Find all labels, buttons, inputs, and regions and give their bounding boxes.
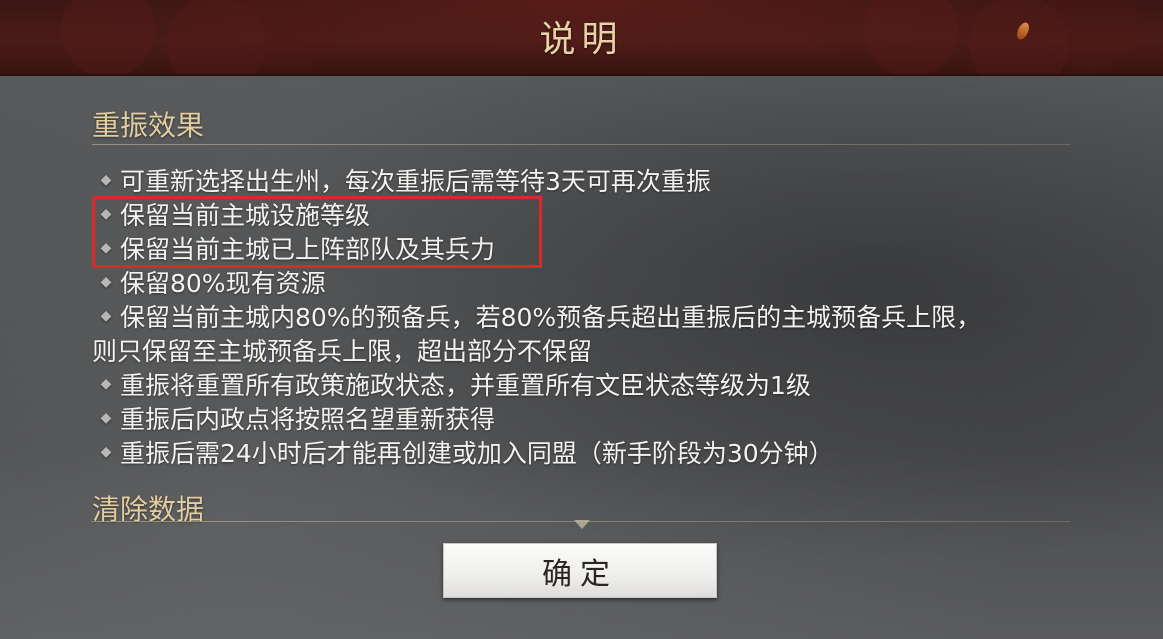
- section-heading-rebuild-effects: 重振效果: [92, 109, 205, 142]
- title-bar: 说明: [0, 0, 1163, 76]
- diamond-bullet-icon: ◆: [100, 444, 112, 460]
- list-item: ◆ 重振后需24小时后才能再创建或加入同盟（新手阶段为30分钟）: [92, 437, 1082, 472]
- list-item: ◆ 可重新选择出生州，每次重振后需等待3天可再次重振: [92, 165, 1082, 200]
- highlight-box: [92, 196, 542, 268]
- divider: [92, 144, 1070, 145]
- diamond-bullet-icon: ◆: [100, 172, 112, 188]
- section-heading-clear-data: 清除数据: [92, 493, 205, 526]
- list-item: ◆ 保留当前主城内80%的预备兵，若80%预备兵超出重振后的主城预备兵上限，: [92, 301, 1082, 336]
- diamond-bullet-icon: ◆: [100, 410, 112, 426]
- diamond-bullet-icon: ◆: [100, 308, 112, 324]
- list-item: ◆ 重振将重置所有政策施政状态，并重置所有文臣状态等级为1级: [92, 369, 1082, 404]
- list-item: ◆ 重振后内政点将按照名望重新获得: [92, 403, 1082, 438]
- confirm-button[interactable]: 确定: [443, 543, 717, 598]
- diamond-bullet-icon: ◆: [100, 274, 112, 290]
- list-item-continuation: 则只保留至主城预备兵上限，超出部分不保留: [92, 337, 593, 366]
- explanation-dialog: 说明 重振效果 ◆ 可重新选择出生州，每次重振后需等待3天可再次重振 ◆ 保留当前主…: [0, 0, 1163, 639]
- diamond-bullet-icon: ◆: [100, 376, 112, 392]
- pointer-triangle-icon: [574, 520, 590, 529]
- list-item: ◆ 保留80%现有资源: [92, 267, 1082, 302]
- dialog-title: 说明: [539, 19, 624, 60]
